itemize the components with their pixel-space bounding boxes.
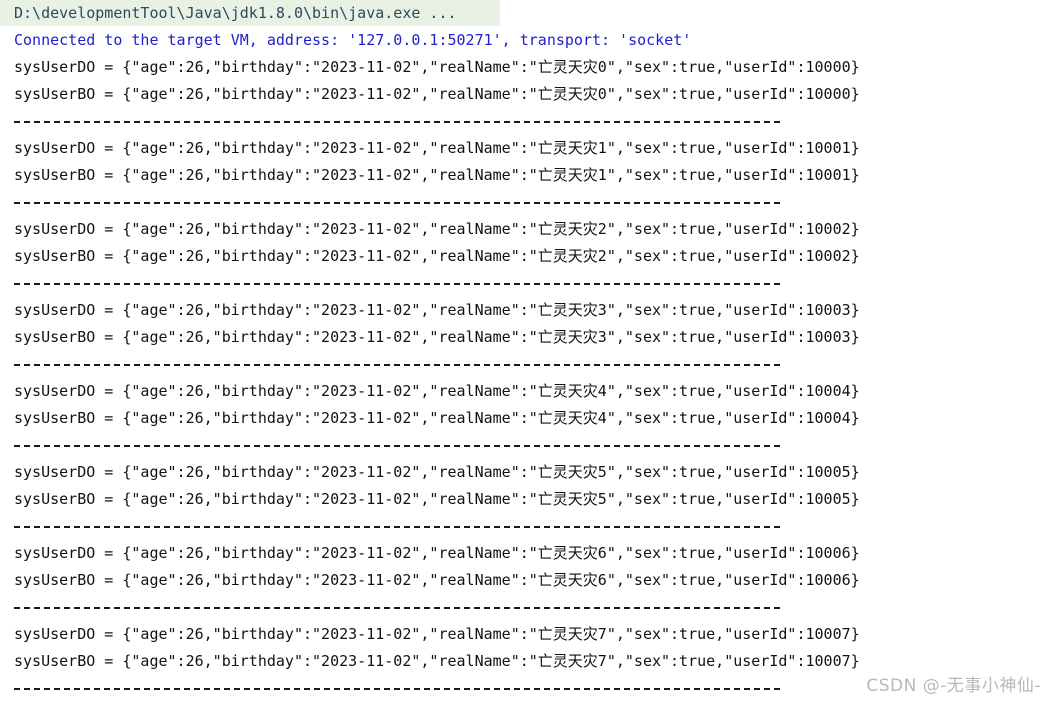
- log-line-sysuserdo: sysUserDO = {"age":26,"birthday":"2023-1…: [14, 58, 860, 76]
- console-output-panel[interactable]: D:\developmentTool\Java\jdk1.8.0\bin\jav…: [0, 0, 1047, 699]
- log-line-sysuserdo: sysUserDO = {"age":26,"birthday":"2023-1…: [14, 625, 860, 643]
- separator-rule: [14, 687, 780, 690]
- separator-rule: [14, 606, 780, 609]
- vm-connected-line: Connected to the target VM, address: '12…: [14, 31, 692, 49]
- log-line-sysuserdo: sysUserDO = {"age":26,"birthday":"2023-1…: [14, 139, 860, 157]
- log-line-sysuserdo: sysUserDO = {"age":26,"birthday":"2023-1…: [14, 220, 860, 238]
- separator-rule: [14, 444, 780, 447]
- java-command-line: D:\developmentTool\Java\jdk1.8.0\bin\jav…: [0, 0, 500, 26]
- separator-rule: [14, 201, 780, 204]
- log-separator: [0, 108, 1047, 135]
- log-line-sysuserdo: sysUserDO = {"age":26,"birthday":"2023-1…: [14, 382, 860, 400]
- log-separator: [0, 270, 1047, 297]
- log-line-sysuserbo: sysUserBO = {"age":26,"birthday":"2023-1…: [14, 247, 860, 265]
- log-line-sysuserbo: sysUserBO = {"age":26,"birthday":"2023-1…: [14, 490, 860, 508]
- separator-rule: [14, 363, 780, 366]
- log-line-sysuserbo: sysUserBO = {"age":26,"birthday":"2023-1…: [14, 652, 860, 670]
- log-line-sysuserbo: sysUserBO = {"age":26,"birthday":"2023-1…: [14, 166, 860, 184]
- log-line-sysuserbo: sysUserBO = {"age":26,"birthday":"2023-1…: [14, 571, 860, 589]
- log-separator: [0, 432, 1047, 459]
- log-separator: [0, 675, 1047, 702]
- log-line-sysuserdo: sysUserDO = {"age":26,"birthday":"2023-1…: [14, 463, 860, 481]
- log-separator: [0, 351, 1047, 378]
- log-line-sysuserdo: sysUserDO = {"age":26,"birthday":"2023-1…: [14, 544, 860, 562]
- log-line-sysuserbo: sysUserBO = {"age":26,"birthday":"2023-1…: [14, 328, 860, 346]
- log-separator: [0, 189, 1047, 216]
- log-line-sysuserbo: sysUserBO = {"age":26,"birthday":"2023-1…: [14, 85, 860, 103]
- log-line-sysuserbo: sysUserBO = {"age":26,"birthday":"2023-1…: [14, 409, 860, 427]
- log-separator: [0, 513, 1047, 540]
- separator-rule: [14, 525, 780, 528]
- log-line-sysuserdo: sysUserDO = {"age":26,"birthday":"2023-1…: [14, 301, 860, 319]
- separator-rule: [14, 120, 780, 123]
- log-separator: [0, 594, 1047, 621]
- separator-rule: [14, 282, 780, 285]
